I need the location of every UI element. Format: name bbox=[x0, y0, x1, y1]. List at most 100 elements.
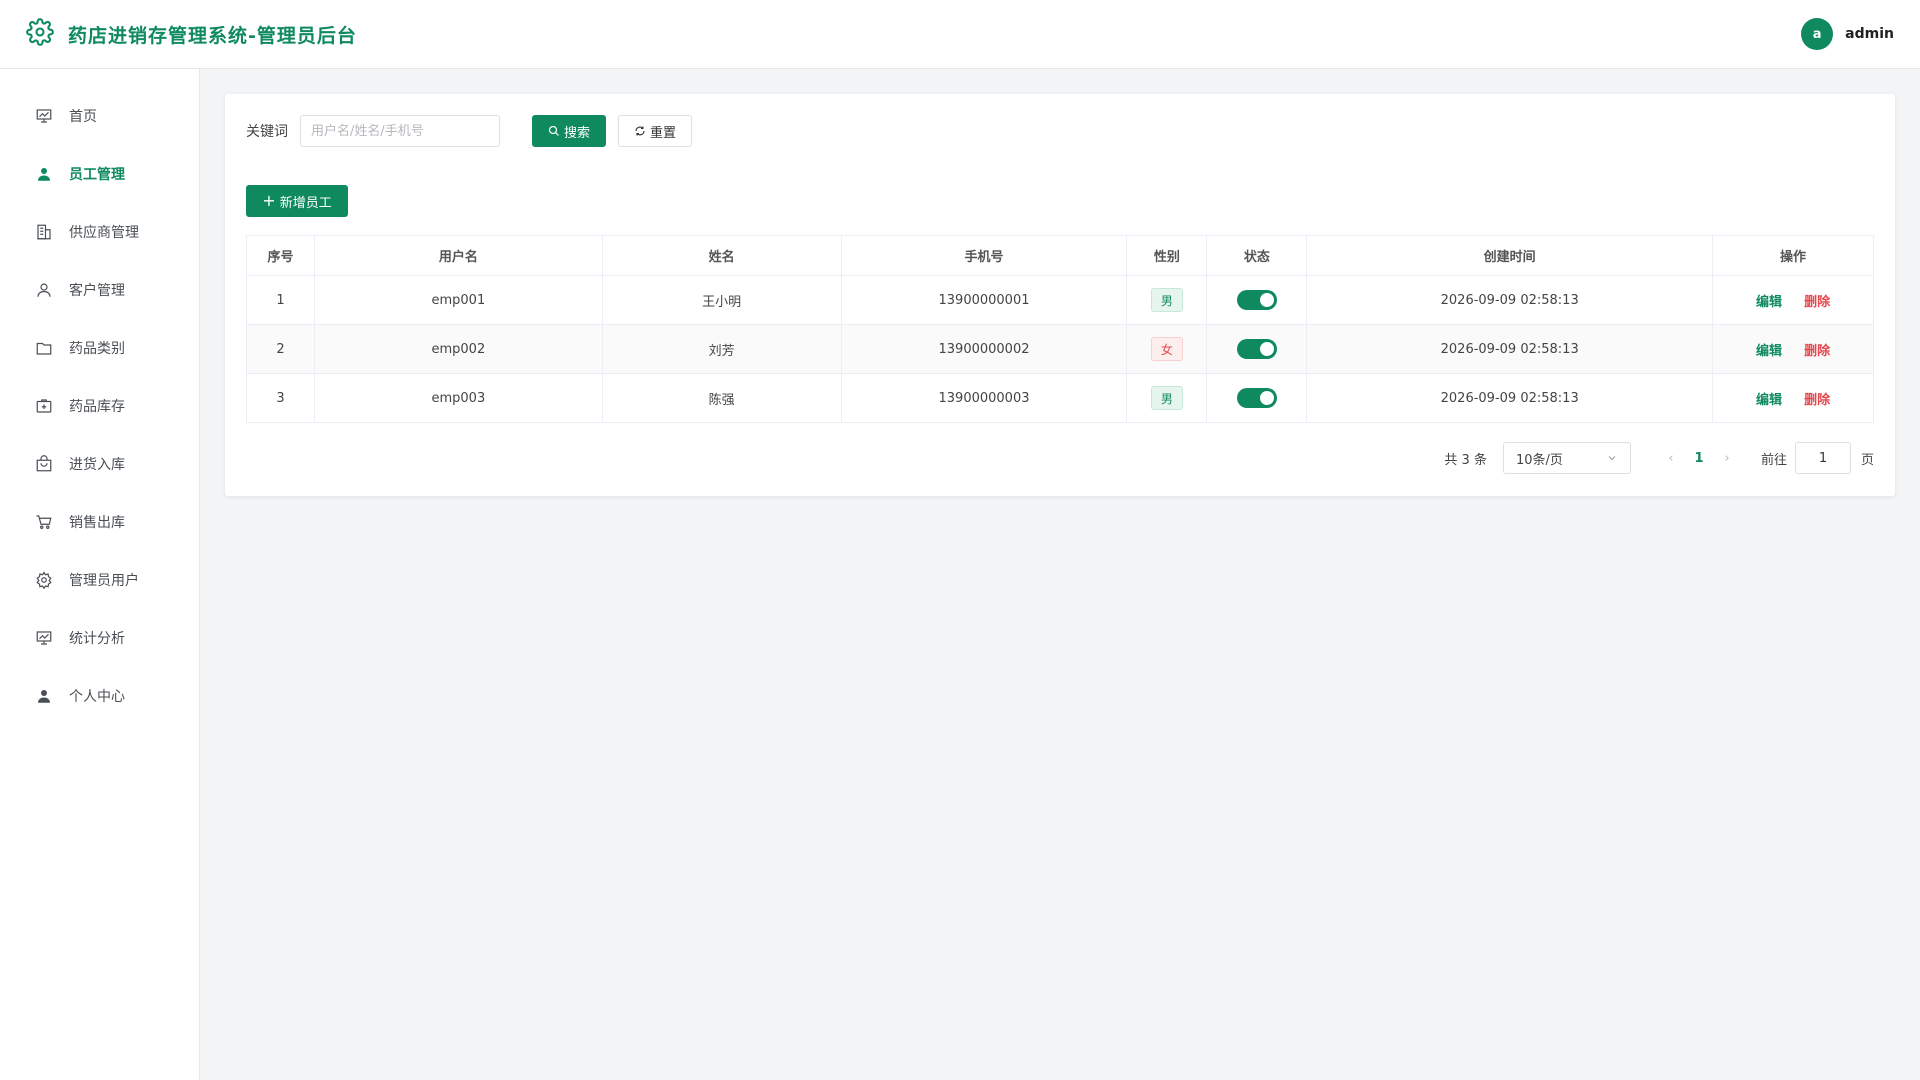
username[interactable]: admin bbox=[1845, 26, 1894, 42]
cell-name: 王小明 bbox=[601, 275, 842, 325]
sidebar-item-inventory[interactable]: 药品库存 bbox=[0, 377, 199, 435]
sidebar-item-home[interactable]: 首页 bbox=[0, 87, 199, 145]
table-row: 3 emp003 陈强 13900000003 男 2026-09-09 02:… bbox=[246, 373, 1874, 423]
delete-link[interactable]: 删除 bbox=[1804, 393, 1830, 408]
chevron-down-icon bbox=[1608, 456, 1616, 461]
column-header: 用户名 bbox=[313, 235, 603, 276]
app-title: 药店进销存管理系统-管理员后台 bbox=[68, 24, 357, 47]
search-button-label: 搜索 bbox=[563, 125, 590, 141]
first-aid-kit-icon bbox=[35, 397, 53, 415]
employee-table: 序号 用户名 姓名 手机号 性别 状态 创建时间 操作 1 emp001 王小明… bbox=[246, 235, 1874, 423]
gear-icon bbox=[35, 571, 53, 589]
reset-button[interactable]: 重置 bbox=[618, 115, 692, 147]
sidebar-item-label: 客户管理 bbox=[69, 283, 125, 299]
cart-icon bbox=[35, 513, 53, 531]
building-icon bbox=[35, 223, 53, 241]
gender-tag: 男 bbox=[1150, 386, 1183, 410]
plus-icon: + bbox=[262, 191, 276, 210]
sidebar: 首页 员工管理 供应商管理 客户管理 药品类别 药品库存 进货入库 销售出库 管… bbox=[0, 69, 200, 1080]
sidebar-item-label: 供应商管理 bbox=[69, 225, 139, 241]
cell-phone: 13900000002 bbox=[840, 324, 1128, 374]
sidebar-item-label: 进货入库 bbox=[69, 457, 125, 473]
sidebar-item-label: 首页 bbox=[69, 109, 97, 125]
table-row: 1 emp001 王小明 13900000001 男 2026-09-09 02… bbox=[246, 275, 1874, 325]
cell-name: 陈强 bbox=[601, 373, 842, 423]
delete-link[interactable]: 删除 bbox=[1804, 295, 1830, 310]
add-employee-button[interactable]: + 新增员工 bbox=[246, 185, 348, 217]
user-outline-icon bbox=[35, 281, 53, 299]
next-page-button[interactable]: › bbox=[1715, 451, 1739, 466]
total-count: 共 3 条 bbox=[1444, 452, 1487, 468]
cell-phone: 13900000001 bbox=[840, 275, 1128, 325]
column-header: 性别 bbox=[1126, 235, 1208, 276]
sidebar-item-label: 员工管理 bbox=[69, 167, 125, 183]
status-toggle[interactable] bbox=[1236, 290, 1277, 310]
edit-link[interactable]: 编辑 bbox=[1756, 344, 1782, 359]
edit-link[interactable]: 编辑 bbox=[1756, 295, 1782, 310]
sidebar-item-profile[interactable]: 个人中心 bbox=[0, 667, 199, 725]
sidebar-item-label: 药品库存 bbox=[69, 399, 125, 415]
reset-button-label: 重置 bbox=[649, 125, 676, 141]
column-header: 手机号 bbox=[840, 235, 1128, 276]
column-header: 创建时间 bbox=[1306, 235, 1714, 276]
cell-index: 3 bbox=[246, 373, 315, 423]
cell-created: 2026-09-09 02:58:13 bbox=[1306, 324, 1714, 374]
gender-tag: 女 bbox=[1150, 337, 1183, 361]
search-bar: 关键词 搜索 重置 bbox=[246, 115, 1874, 147]
sidebar-item-purchase[interactable]: 进货入库 bbox=[0, 435, 199, 493]
sidebar-item-customers[interactable]: 客户管理 bbox=[0, 261, 199, 319]
sidebar-item-label: 个人中心 bbox=[69, 689, 125, 705]
cell-index: 1 bbox=[246, 275, 315, 325]
pagination: 共 3 条 10条/页 ‹ 1 › 前往 页 bbox=[246, 442, 1874, 474]
column-header: 操作 bbox=[1712, 235, 1874, 276]
search-icon bbox=[548, 125, 559, 136]
sidebar-item-sales[interactable]: 销售出库 bbox=[0, 493, 199, 551]
sidebar-item-admin-users[interactable]: 管理员用户 bbox=[0, 551, 199, 609]
edit-link[interactable]: 编辑 bbox=[1756, 393, 1782, 408]
cell-phone: 13900000003 bbox=[840, 373, 1128, 423]
keyword-label: 关键词 bbox=[246, 124, 288, 140]
sidebar-item-employees[interactable]: 员工管理 bbox=[0, 145, 199, 203]
sidebar-item-label: 统计分析 bbox=[69, 631, 125, 647]
page-size-select[interactable]: 10条/页 bbox=[1502, 442, 1631, 474]
goto-suffix: 页 bbox=[1860, 452, 1874, 468]
cell-username: emp001 bbox=[313, 275, 603, 325]
cell-created: 2026-09-09 02:58:13 bbox=[1306, 275, 1714, 325]
search-button[interactable]: 搜索 bbox=[532, 115, 606, 147]
folder-icon bbox=[35, 339, 53, 357]
user-filled-icon bbox=[35, 687, 53, 705]
user-filled-icon bbox=[35, 165, 53, 183]
table-header-row: 序号 用户名 姓名 手机号 性别 状态 创建时间 操作 bbox=[246, 235, 1874, 276]
table-row: 2 emp002 刘芳 13900000002 女 2026-09-09 02:… bbox=[246, 324, 1874, 374]
sidebar-item-label: 药品类别 bbox=[69, 341, 125, 357]
refresh-icon bbox=[635, 126, 645, 136]
shopping-bag-icon bbox=[35, 455, 53, 473]
sidebar-item-statistics[interactable]: 统计分析 bbox=[0, 609, 199, 667]
chart-board-icon bbox=[35, 107, 53, 125]
keyword-input[interactable] bbox=[300, 115, 500, 147]
user-menu[interactable]: a admin bbox=[1801, 18, 1894, 50]
delete-link[interactable]: 删除 bbox=[1804, 344, 1830, 359]
add-employee-label: 新增员工 bbox=[279, 195, 332, 211]
column-header: 姓名 bbox=[601, 235, 842, 276]
gender-tag: 男 bbox=[1150, 288, 1183, 312]
page-number-current[interactable]: 1 bbox=[1683, 451, 1715, 466]
sidebar-item-label: 销售出库 bbox=[69, 515, 125, 531]
goto-page-input[interactable] bbox=[1794, 442, 1851, 474]
status-toggle[interactable] bbox=[1236, 388, 1277, 408]
column-header: 序号 bbox=[246, 235, 315, 276]
chart-board-icon bbox=[35, 629, 53, 647]
goto-label: 前往 bbox=[1760, 452, 1787, 468]
prev-page-button[interactable]: ‹ bbox=[1659, 451, 1683, 466]
sidebar-item-categories[interactable]: 药品类别 bbox=[0, 319, 199, 377]
column-header: 状态 bbox=[1206, 235, 1308, 276]
cell-username: emp003 bbox=[313, 373, 603, 423]
gear-icon bbox=[26, 18, 54, 50]
top-header: 药店进销存管理系统-管理员后台 a admin bbox=[0, 0, 1920, 69]
sidebar-item-suppliers[interactable]: 供应商管理 bbox=[0, 203, 199, 261]
avatar[interactable]: a bbox=[1801, 18, 1834, 50]
status-toggle[interactable] bbox=[1236, 339, 1277, 359]
sidebar-item-label: 管理员用户 bbox=[69, 573, 139, 589]
brand: 药店进销存管理系统-管理员后台 bbox=[26, 18, 357, 50]
cell-username: emp002 bbox=[313, 324, 603, 374]
